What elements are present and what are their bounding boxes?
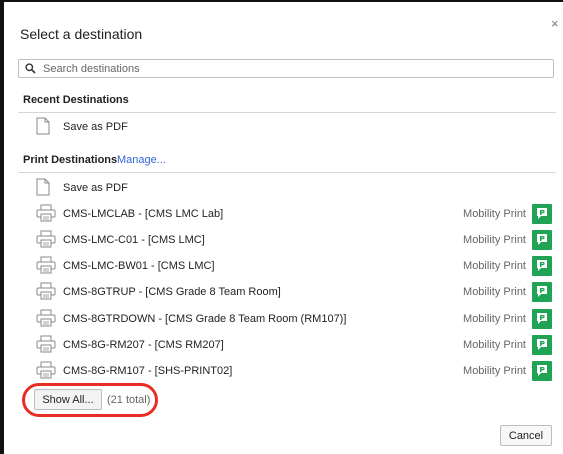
mobility-print-icon: [532, 282, 552, 303]
mobility-print-icon: [532, 230, 552, 251]
provider-label: Mobility Print: [463, 234, 526, 247]
provider-label: Mobility Print: [463, 338, 526, 351]
print-destination-item[interactable]: Save as PDF: [18, 175, 556, 201]
destination-label: CMS-8GTRUP - [CMS Grade 8 Team Room]: [63, 286, 281, 299]
provider-label: Mobility Print: [463, 208, 526, 221]
print-destination-item[interactable]: CMS-8G-RM107 - [SHS-PRINT02] Mobility Pri…: [18, 358, 556, 384]
destination-label: Save as PDF: [63, 182, 128, 194]
total-count: (21 total): [107, 394, 151, 406]
provider-label: Mobility Print: [463, 312, 526, 325]
print-destination-item[interactable]: CMS-LMC-C01 - [CMS LMC] Mobility Print: [18, 227, 556, 253]
print-destination-item[interactable]: CMS-LMCLAB - [CMS LMC Lab] Mobility Print: [18, 201, 556, 227]
printer-icon: [36, 256, 56, 279]
destination-label: CMS-8G-RM107 - [SHS-PRINT02]: [63, 364, 233, 377]
mobility-print-icon: [532, 308, 552, 329]
print-destinations-heading: Print Destinations: [23, 154, 118, 166]
provider-label: Mobility Print: [463, 286, 526, 299]
printer-icon: [36, 309, 56, 332]
show-all-button[interactable]: Show All...: [34, 389, 102, 410]
print-destination-item[interactable]: CMS-8G-RM207 - [CMS RM207] Mobility Print: [18, 332, 556, 358]
window-frame-left: [0, 0, 4, 454]
search-icon: [25, 63, 36, 74]
printer-icon: [36, 282, 56, 305]
dialog-title: Select a destination: [20, 26, 143, 42]
printer-icon: [36, 335, 56, 358]
print-destination-item[interactable]: CMS-LMC-BW01 - [CMS LMC] Mobility Print: [18, 253, 556, 279]
destination-label: CMS-8G-RM207 - [CMS RM207]: [63, 338, 224, 351]
print-destination-item[interactable]: CMS-8GTRDOWN - [CMS Grade 8 Team Room (R…: [18, 306, 556, 332]
search-input[interactable]: [43, 61, 543, 76]
mobility-print-icon: [532, 360, 552, 381]
divider: [18, 172, 556, 173]
document-icon: [36, 117, 50, 140]
mobility-print-icon: [532, 256, 552, 277]
destination-label: Save as PDF: [63, 121, 128, 133]
destination-label: CMS-LMC-BW01 - [CMS LMC]: [63, 260, 215, 273]
destination-dialog: Select a destination × Recent Destinatio…: [6, 4, 563, 454]
printer-icon: [36, 230, 56, 253]
mobility-print-icon: [532, 334, 552, 355]
recent-destination-item[interactable]: Save as PDF: [18, 114, 556, 140]
close-icon[interactable]: ×: [551, 17, 559, 30]
divider: [18, 112, 556, 113]
manage-link[interactable]: Manage...: [117, 154, 166, 166]
print-destination-item[interactable]: CMS-8GTRUP - [CMS Grade 8 Team Room] Mobi…: [18, 279, 556, 305]
destination-label: CMS-LMC-C01 - [CMS LMC]: [63, 234, 205, 247]
printer-icon: [36, 204, 56, 227]
destination-label: CMS-8GTRDOWN - [CMS Grade 8 Team Room (R…: [63, 312, 347, 325]
cancel-button[interactable]: Cancel: [500, 425, 552, 446]
destination-label: CMS-LMCLAB - [CMS LMC Lab]: [63, 208, 224, 221]
recent-destinations-heading: Recent Destinations: [23, 94, 129, 106]
search-box[interactable]: [18, 59, 554, 78]
printer-icon: [36, 361, 56, 384]
provider-label: Mobility Print: [463, 364, 526, 377]
mobility-print-icon: [532, 204, 552, 225]
window-frame-top: [0, 0, 563, 2]
document-icon: [36, 178, 50, 201]
provider-label: Mobility Print: [463, 260, 526, 273]
